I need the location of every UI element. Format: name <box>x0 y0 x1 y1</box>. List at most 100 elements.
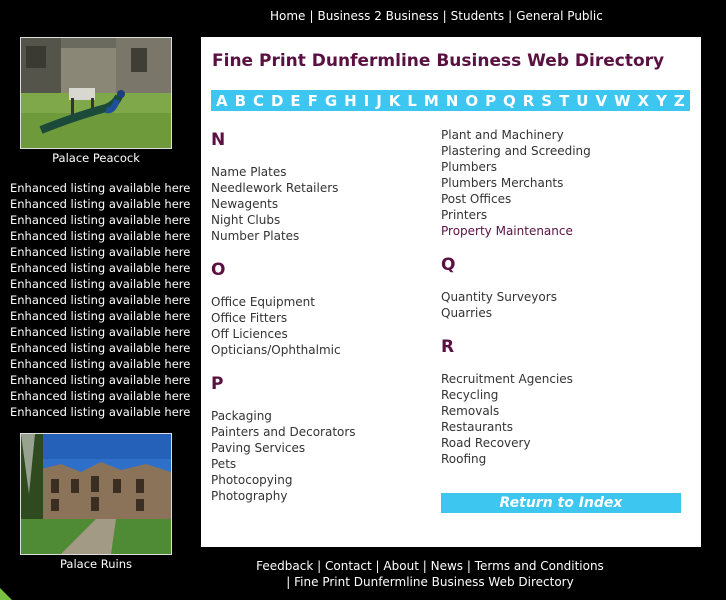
letter-s-link[interactable]: S <box>541 92 552 110</box>
category-link[interactable]: Recruitment Agencies <box>441 371 691 387</box>
letter-j-link[interactable]: J <box>376 92 382 110</box>
letter-e-link[interactable]: E <box>290 92 300 110</box>
category-link[interactable]: Opticians/Ophthalmic <box>211 342 431 358</box>
category-link[interactable]: Packaging <box>211 408 431 424</box>
section-heading-p: P <box>211 374 224 394</box>
enhanced-listing-link[interactable]: Enhanced listing available here <box>10 404 200 420</box>
footer-about-link[interactable]: About <box>383 559 418 573</box>
enhanced-listing-link[interactable]: Enhanced listing available here <box>10 308 200 324</box>
category-link[interactable]: Office Fitters <box>211 310 431 326</box>
enhanced-listing-link[interactable]: Enhanced listing available here <box>10 324 200 340</box>
nav-separator: | <box>309 9 314 23</box>
category-link[interactable]: Office Equipment <box>211 294 431 310</box>
nav-business-link[interactable]: Business 2 Business <box>317 9 438 23</box>
section-heading-o: O <box>211 260 226 280</box>
category-link[interactable]: Plant and Machinery <box>441 127 691 143</box>
enhanced-listing-link[interactable]: Enhanced listing available here <box>10 292 200 308</box>
category-link[interactable]: Photocopying <box>211 472 431 488</box>
category-link[interactable]: Photography <box>211 488 431 504</box>
category-link[interactable]: Property Maintenance <box>441 223 691 239</box>
alphabet-nav: A B C D E F G H I J K L M N O P Q R S T … <box>211 90 690 111</box>
footer-contact-link[interactable]: Contact <box>325 559 372 573</box>
footer: Feedback | Contact | About | News | Term… <box>200 558 660 590</box>
enhanced-listing-link[interactable]: Enhanced listing available here <box>10 340 200 356</box>
letter-x-link[interactable]: X <box>638 92 650 110</box>
category-link[interactable]: Painters and Decorators <box>211 424 431 440</box>
nav-students-link[interactable]: Students <box>451 9 505 23</box>
footer-news-link[interactable]: News <box>431 559 463 573</box>
category-link[interactable]: Plumbers Merchants <box>441 175 691 191</box>
right-column: Plant and Machinery Plastering and Scree… <box>441 127 691 467</box>
letter-b-link[interactable]: B <box>235 92 246 110</box>
letter-l-link[interactable]: L <box>407 92 417 110</box>
letter-n-link[interactable]: N <box>446 92 459 110</box>
enhanced-listing-link[interactable]: Enhanced listing available here <box>10 228 200 244</box>
section-list-o: Office Equipment Office Fitters Off Lici… <box>211 294 431 358</box>
enhanced-listing-link[interactable]: Enhanced listing available here <box>10 212 200 228</box>
enhanced-listing-link[interactable]: Enhanced listing available here <box>10 260 200 276</box>
letter-d-link[interactable]: D <box>271 92 283 110</box>
corner-decoration <box>0 588 12 600</box>
enhanced-listing-link[interactable]: Enhanced listing available here <box>10 372 200 388</box>
letter-g-link[interactable]: G <box>325 92 337 110</box>
footer-separator: | <box>466 559 471 573</box>
category-link[interactable]: Plumbers <box>441 159 691 175</box>
section-list-q: Quantity Surveyors Quarries <box>441 289 691 321</box>
category-link[interactable]: Removals <box>441 403 691 419</box>
letter-u-link[interactable]: U <box>576 92 588 110</box>
category-link[interactable]: Off Liciences <box>211 326 431 342</box>
section-heading-q: Q <box>441 255 456 275</box>
enhanced-listing-link[interactable]: Enhanced listing available here <box>10 180 200 196</box>
footer-links: Feedback | Contact | About | News | Term… <box>200 558 660 574</box>
enhanced-listing-link[interactable]: Enhanced listing available here <box>10 388 200 404</box>
footer-terms-link[interactable]: Terms and Conditions <box>475 559 604 573</box>
category-link[interactable]: Needlework Retailers <box>211 180 431 196</box>
footer-separator: | <box>422 559 427 573</box>
letter-a-link[interactable]: A <box>216 92 228 110</box>
enhanced-listing-link[interactable]: Enhanced listing available here <box>10 356 200 372</box>
category-link[interactable]: Recycling <box>441 387 691 403</box>
category-link[interactable]: Road Recovery <box>441 435 691 451</box>
letter-m-link[interactable]: M <box>424 92 439 110</box>
category-link[interactable]: Post Offices <box>441 191 691 207</box>
letter-z-link[interactable]: Z <box>674 92 685 110</box>
letter-w-link[interactable]: W <box>614 92 631 110</box>
return-to-index-button[interactable]: Return to Index <box>441 493 681 513</box>
letter-y-link[interactable]: Y <box>656 92 667 110</box>
category-link[interactable]: Name Plates <box>211 164 431 180</box>
category-link[interactable]: Printers <box>441 207 691 223</box>
nav-separator: | <box>442 9 447 23</box>
category-link[interactable]: Quarries <box>441 305 691 321</box>
category-link[interactable]: Number Plates <box>211 228 431 244</box>
section-heading-r: R <box>441 337 455 357</box>
ruins-photo <box>20 433 172 555</box>
nav-public-link[interactable]: General Public <box>516 9 603 23</box>
letter-k-link[interactable]: K <box>389 92 401 110</box>
category-link[interactable]: Quantity Surveyors <box>441 289 691 305</box>
letter-f-link[interactable]: F <box>308 92 318 110</box>
letter-r-link[interactable]: R <box>523 92 535 110</box>
top-nav: Home | Business 2 Business | Students | Genera… <box>270 9 603 23</box>
letter-i-link[interactable]: I <box>364 92 370 110</box>
category-link[interactable]: Night Clubs <box>211 212 431 228</box>
enhanced-listings: Enhanced listing available here Enhanced… <box>10 180 200 420</box>
category-link[interactable]: Restaurants <box>441 419 691 435</box>
enhanced-listing-link[interactable]: Enhanced listing available here <box>10 276 200 292</box>
letter-q-link[interactable]: Q <box>503 92 516 110</box>
letter-v-link[interactable]: V <box>595 92 607 110</box>
category-link[interactable]: Paving Services <box>211 440 431 456</box>
letter-p-link[interactable]: P <box>485 92 496 110</box>
enhanced-listing-link[interactable]: Enhanced listing available here <box>10 196 200 212</box>
directory-panel: Fine Print Dunfermline Business Web Dire… <box>201 37 701 547</box>
nav-home-link[interactable]: Home <box>270 9 305 23</box>
footer-feedback-link[interactable]: Feedback <box>256 559 313 573</box>
letter-h-link[interactable]: H <box>344 92 357 110</box>
category-link[interactable]: Newagents <box>211 196 431 212</box>
category-link[interactable]: Roofing <box>441 451 691 467</box>
category-link[interactable]: Pets <box>211 456 431 472</box>
letter-o-link[interactable]: O <box>465 92 478 110</box>
enhanced-listing-link[interactable]: Enhanced listing available here <box>10 244 200 260</box>
letter-t-link[interactable]: T <box>559 92 569 110</box>
category-link[interactable]: Plastering and Screeding <box>441 143 691 159</box>
letter-c-link[interactable]: C <box>253 92 264 110</box>
